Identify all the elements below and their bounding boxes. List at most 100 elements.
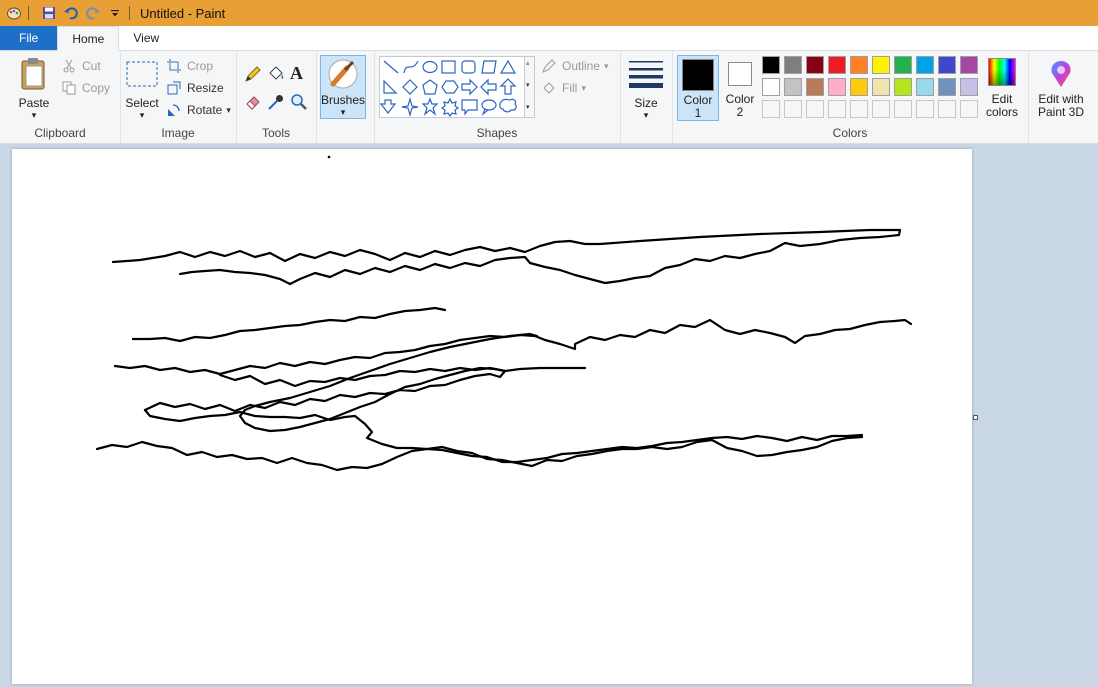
palette-color-swatch[interactable] [762,78,780,96]
palette-color-swatch[interactable] [828,56,846,74]
size-dropdown-icon: ▾ [643,110,649,120]
redo-icon[interactable] [85,5,101,21]
color1-button[interactable]: Color 1 [677,55,719,121]
palette-color-swatch[interactable] [806,78,824,96]
paint3d-label-line2: Paint 3D [1037,105,1085,119]
palette-color-swatch[interactable] [938,56,956,74]
tab-home[interactable]: Home [57,26,120,52]
clipboard-group-label: Clipboard [34,126,86,140]
quick-access-separator [129,6,130,20]
copy-label: Copy [82,81,111,95]
tab-file[interactable]: File [0,26,58,50]
paint3d-group: Edit with Paint 3D [1028,51,1094,143]
shapes-scroll[interactable]: ▴ ▾ ▾ [525,56,535,118]
copy-icon [61,80,77,96]
clipboard-group: Paste ▾ Cut Copy Clipboard [0,51,121,143]
scroll-down-icon[interactable]: ▾ [526,81,530,89]
shapes-gallery[interactable] [379,56,525,118]
brushes-group: Brushes ▾ [316,51,375,143]
palette-color-swatch[interactable] [960,78,978,96]
paint-app-icon[interactable] [6,5,22,21]
palette-color-swatch[interactable] [762,56,780,74]
resize-button[interactable]: Resize [166,80,224,96]
brush-icon [327,58,359,93]
palette-color-swatch[interactable] [850,78,868,96]
paste-button[interactable]: Paste ▾ [10,55,58,121]
color2-swatch [728,62,752,86]
palette-custom-color-slot[interactable] [828,100,846,118]
palette-color-swatch[interactable] [894,56,912,74]
palette-custom-color-slot[interactable] [762,100,780,118]
rotate-dropdown-icon: ▾ [226,104,231,115]
quick-access-separator [28,6,29,20]
shapes-group-label: Shapes [476,126,518,140]
fill-bucket-icon[interactable] [267,65,285,86]
select-button[interactable]: Select ▾ [122,55,162,121]
palette-color-swatch[interactable] [806,56,824,74]
edit-colors-button[interactable]: Edit colors [982,55,1022,121]
paint3d-icon [1046,59,1076,92]
fill-button[interactable]: Fill ▾ [541,80,586,96]
rotate-button[interactable]: Rotate ▾ [166,102,231,118]
palette-color-swatch[interactable] [916,56,934,74]
palette-color-swatch[interactable] [784,78,802,96]
crop-label: Crop [187,59,214,73]
palette-custom-color-slot[interactable] [806,100,824,118]
eraser-icon[interactable] [244,93,262,114]
undo-icon[interactable] [63,5,79,21]
fill-dropdown-icon: ▾ [581,82,586,93]
palette-color-swatch[interactable] [894,78,912,96]
paste-icon [20,57,48,94]
palette-custom-color-slot[interactable] [784,100,802,118]
palette-color-swatch[interactable] [960,56,978,74]
work-area[interactable] [0,144,1098,684]
palette-color-swatch[interactable] [784,56,802,74]
tab-view[interactable]: View [119,26,173,50]
shapes-group: ▴ ▾ ▾ Outline ▾ Fill ▾ Shapes [374,51,621,143]
size-button[interactable]: Size ▾ [624,55,668,121]
color-picker-icon[interactable] [267,93,285,114]
palette-custom-color-slot[interactable] [916,100,934,118]
outline-button[interactable]: Outline ▾ [541,58,609,74]
magnifier-icon[interactable] [290,93,308,114]
image-group-label: Image [161,126,195,140]
shapes-expand-icon[interactable]: ▾ [526,103,530,111]
palette-custom-color-slot[interactable] [872,100,890,118]
palette-custom-color-slot[interactable] [894,100,912,118]
scroll-up-icon[interactable]: ▴ [526,59,530,67]
palette-color-swatch[interactable] [828,78,846,96]
palette-custom-color-slot[interactable] [850,100,868,118]
outline-pen-icon [541,58,557,74]
fill-icon [541,80,557,96]
ribbon-tabs: File Home View [0,26,1098,52]
palette-color-swatch[interactable] [872,56,890,74]
scribble-drawing [95,155,913,472]
tools-group-label: Tools [261,126,290,140]
text-tool-icon[interactable]: A [290,63,303,84]
brushes-button[interactable]: Brushes ▾ [320,55,366,119]
outline-dropdown-icon: ▾ [604,60,609,71]
palette-color-swatch[interactable] [916,78,934,96]
palette-color-swatch[interactable] [938,78,956,96]
color2-button[interactable]: Color 2 [722,55,758,121]
palette-color-swatch[interactable] [850,56,868,74]
save-icon[interactable] [41,5,57,21]
edit-with-paint3d-button[interactable]: Edit with Paint 3D [1030,55,1092,121]
crop-icon [166,58,182,74]
copy-button[interactable]: Copy [61,80,110,96]
size-group: Size ▾ [620,51,673,143]
customize-quick-access-icon[interactable] [107,5,123,21]
scissors-icon [61,58,77,74]
crop-button[interactable]: Crop [166,58,213,74]
palette-custom-color-slot[interactable] [960,100,978,118]
color2-label-line2: 2 [736,105,744,119]
colors-group: Color 1 Color 2 Edit colors Colors [672,51,1029,143]
palette-custom-color-slot[interactable] [938,100,956,118]
palette-color-swatch[interactable] [872,78,890,96]
drawing-canvas[interactable] [12,149,978,684]
pencil-icon[interactable] [244,65,262,86]
paste-dropdown-icon: ▾ [31,110,37,120]
cut-button[interactable]: Cut [61,58,101,74]
canvas-resize-handle[interactable] [973,415,978,420]
select-rectangle-icon [126,61,158,92]
